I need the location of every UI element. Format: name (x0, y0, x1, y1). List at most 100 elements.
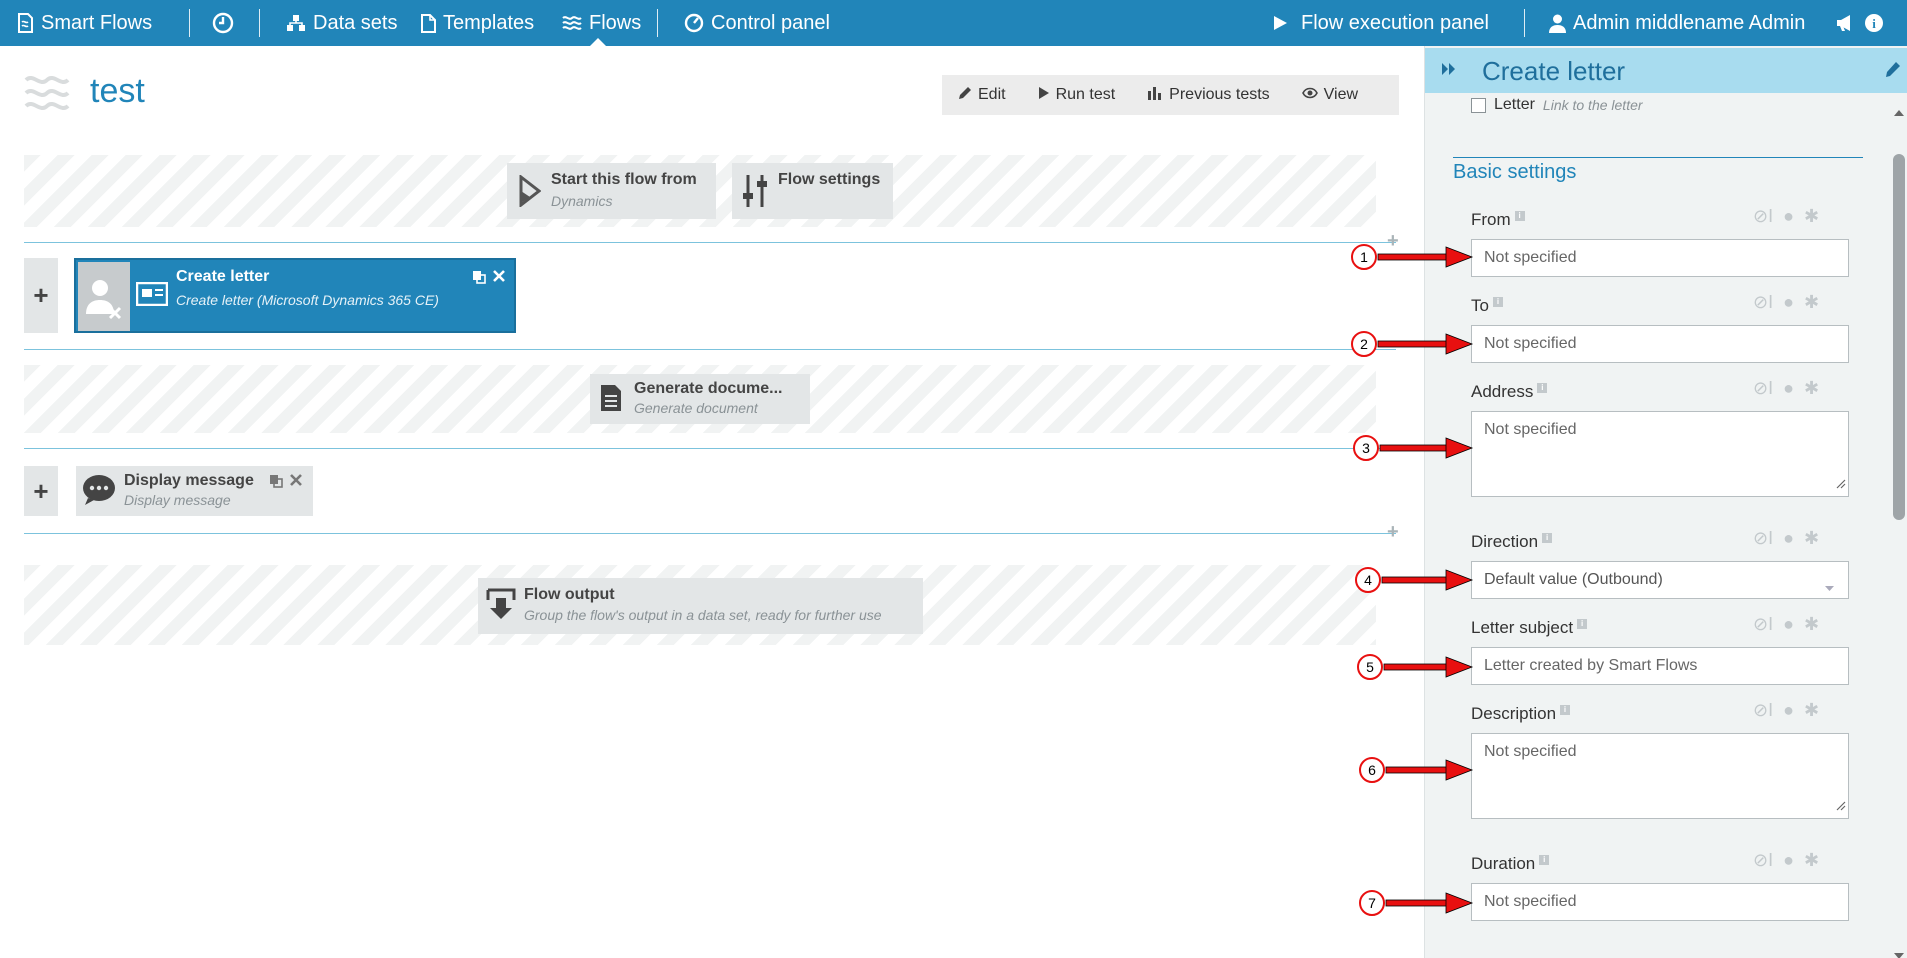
user-icon[interactable]: ● (1783, 614, 1794, 635)
app-logo-icon (16, 13, 34, 33)
info-icon[interactable]: i (1560, 705, 1571, 715)
from-field[interactable]: Not specified (1471, 239, 1849, 277)
info-icon[interactable]: i (1539, 855, 1550, 865)
resize-handle-icon[interactable] (1836, 476, 1846, 494)
annotation-arrow-3: 3 (1352, 434, 1474, 467)
add-step-plus[interactable]: + (1387, 521, 1399, 544)
link-formula-icon[interactable]: ⊘I (1753, 378, 1773, 399)
add-step-button[interactable]: + (24, 258, 58, 333)
duration-field-options: ⊘I ● ✱ (1753, 850, 1819, 871)
info-icon[interactable]: i (1542, 533, 1553, 543)
connector-line (24, 242, 1396, 243)
user-remove-icon (78, 262, 130, 331)
start-flow-card[interactable]: Start this flow from Dynamics (507, 163, 716, 219)
duration-field-value: Not specified (1484, 893, 1577, 910)
close-icon[interactable] (492, 269, 506, 288)
link-formula-icon[interactable]: ⊘I (1753, 206, 1773, 227)
letter-checkbox[interactable] (1471, 97, 1486, 113)
nav-data-sets[interactable]: Data sets (286, 0, 397, 46)
play-icon (1273, 15, 1288, 31)
link-formula-icon[interactable]: ⊘I (1753, 528, 1773, 549)
to-field[interactable]: Not specified (1471, 325, 1849, 363)
address-field[interactable]: Not specified (1471, 411, 1849, 497)
asterisk-icon[interactable]: ✱ (1804, 528, 1819, 549)
start-flow-title: Start this flow from (551, 171, 697, 188)
link-formula-icon[interactable]: ⊘I (1753, 614, 1773, 635)
app-home-link[interactable]: Smart Flows (16, 0, 152, 46)
generate-document-card[interactable]: Generate docume... Generate document (590, 374, 810, 424)
add-step-button[interactable]: + (24, 466, 58, 516)
asterisk-icon[interactable]: ✱ (1804, 700, 1819, 721)
flow-settings-card[interactable]: Flow settings (732, 163, 893, 219)
user-icon[interactable]: ● (1783, 528, 1794, 549)
scroll-up-icon[interactable] (1894, 103, 1904, 121)
description-field[interactable]: Not specified (1471, 733, 1849, 819)
user-icon[interactable]: ● (1783, 700, 1794, 721)
annotation-arrow-7: 7 (1358, 889, 1474, 922)
step-properties-panel: Create letter Letter Link to the letter … (1424, 46, 1907, 958)
from-label-text: From (1471, 210, 1511, 229)
info-icon[interactable]: i (1577, 619, 1588, 629)
marker-number: 6 (1368, 762, 1376, 778)
letter-subject-field[interactable]: Letter created by Smart Flows (1471, 647, 1849, 685)
connector-line (24, 349, 1396, 350)
copy-icon[interactable] (269, 474, 283, 493)
page-title: test (90, 72, 145, 110)
user-menu[interactable]: Admin middlename Admin (1549, 0, 1805, 46)
announcements-button[interactable] (1836, 0, 1856, 46)
info-icon[interactable]: i (1514, 211, 1525, 221)
nav-control-panel[interactable]: Control panel (684, 0, 830, 46)
flow-output-card[interactable]: Flow output Group the flow's output in a… (478, 578, 923, 634)
history-button[interactable] (212, 0, 234, 46)
user-icon[interactable]: ● (1783, 378, 1794, 399)
document-icon (421, 13, 436, 33)
user-icon[interactable]: ● (1783, 850, 1794, 871)
asterisk-icon[interactable]: ✱ (1804, 292, 1819, 313)
collapse-panel-icon[interactable] (1441, 62, 1457, 81)
nav-flow-execution-panel[interactable]: Flow execution panel (1273, 0, 1489, 46)
user-icon[interactable]: ● (1783, 206, 1794, 227)
nav-templates-label: Templates (443, 11, 535, 34)
duration-field[interactable]: Not specified (1471, 883, 1849, 921)
run-test-button[interactable]: Run test (1022, 75, 1132, 115)
description-field-options: ⊘I ● ✱ (1753, 700, 1819, 721)
user-icon[interactable]: ● (1783, 292, 1794, 313)
view-button[interactable]: View (1286, 75, 1374, 115)
asterisk-icon[interactable]: ✱ (1804, 378, 1819, 399)
edit-button[interactable]: Edit (942, 75, 1022, 115)
resize-handle-icon[interactable] (1836, 798, 1846, 816)
previous-tests-button-label: Previous tests (1169, 86, 1270, 103)
nav-flows-label: Flows (589, 11, 642, 34)
rename-pencil-icon[interactable] (1885, 60, 1901, 83)
link-formula-icon[interactable]: ⊘I (1753, 700, 1773, 721)
file-text-icon (600, 384, 622, 417)
create-letter-card[interactable]: Create letter Create letter (Microsoft D… (74, 258, 516, 333)
basic-settings-title: Basic settings (1453, 161, 1577, 183)
previous-tests-button[interactable]: Previous tests (1131, 75, 1285, 115)
direction-select-value: Default value (Outbound) (1484, 571, 1663, 588)
asterisk-icon[interactable]: ✱ (1804, 850, 1819, 871)
marker-number: 4 (1364, 572, 1372, 588)
marker-number: 5 (1366, 659, 1374, 675)
asterisk-icon[interactable]: ✱ (1804, 614, 1819, 635)
address-label: Address i (1471, 382, 1548, 402)
info-button[interactable]: i (1864, 0, 1884, 46)
direction-field-options: ⊘I ● ✱ (1753, 528, 1819, 549)
info-icon[interactable]: i (1492, 297, 1503, 307)
link-formula-icon[interactable]: ⊘I (1753, 850, 1773, 871)
copy-icon[interactable] (472, 270, 486, 289)
direction-select[interactable]: Default value (Outbound) (1471, 561, 1849, 599)
asterisk-icon[interactable]: ✱ (1804, 206, 1819, 227)
info-icon[interactable]: i (1537, 383, 1548, 393)
display-message-subtitle: Display message (124, 492, 231, 508)
letter-checkbox-row: Letter Link to the letter (1471, 96, 1643, 114)
flow-settings-title: Flow settings (778, 171, 881, 188)
close-icon[interactable] (289, 473, 303, 492)
user-icon (1549, 14, 1566, 33)
panel-scrollbar-thumb[interactable] (1893, 154, 1905, 520)
scroll-down-icon[interactable] (1894, 946, 1904, 958)
marker-number: 2 (1360, 336, 1368, 352)
display-message-card[interactable]: Display message Display message (76, 466, 313, 516)
nav-templates[interactable]: Templates (421, 0, 534, 46)
link-formula-icon[interactable]: ⊘I (1753, 292, 1773, 313)
